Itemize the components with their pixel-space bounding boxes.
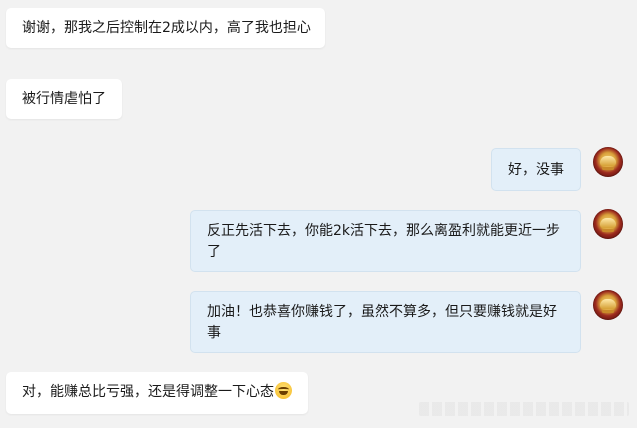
message-text: 被行情虐怕了 (22, 91, 106, 107)
gold-ingot-avatar-icon[interactable] (593, 290, 623, 320)
gold-ingot-avatar-icon[interactable] (593, 147, 623, 177)
message-text: 反正先活下去，你能2k活下去，那么离盈利就能更近一步了 (207, 223, 561, 260)
watermark (419, 402, 629, 416)
message-text: 加油！也恭喜你赚钱了，虽然不算多，但只要赚钱就是好事 (207, 304, 557, 341)
message-bubble-received[interactable]: 被行情虐怕了 (6, 79, 122, 119)
message-bubble-sent[interactable]: 加油！也恭喜你赚钱了，虽然不算多，但只要赚钱就是好事 (190, 291, 581, 353)
message-bubble-sent[interactable]: 好，没事 (491, 148, 581, 191)
laughing-tears-emoji-icon (275, 382, 292, 399)
message-bubble-received[interactable]: 谢谢，那我之后控制在2成以内，高了我也担心 (6, 8, 325, 48)
gold-ingot-avatar-icon[interactable] (593, 209, 623, 239)
message-bubble-received[interactable]: 对，能赚总比亏强，还是得调整一下心态 (6, 372, 308, 414)
message-text: 对，能赚总比亏强，还是得调整一下心态 (22, 384, 274, 400)
message-bubble-sent[interactable]: 反正先活下去，你能2k活下去，那么离盈利就能更近一步了 (190, 210, 581, 272)
message-text: 好，没事 (508, 162, 564, 178)
message-text: 谢谢，那我之后控制在2成以内，高了我也担心 (22, 20, 311, 36)
